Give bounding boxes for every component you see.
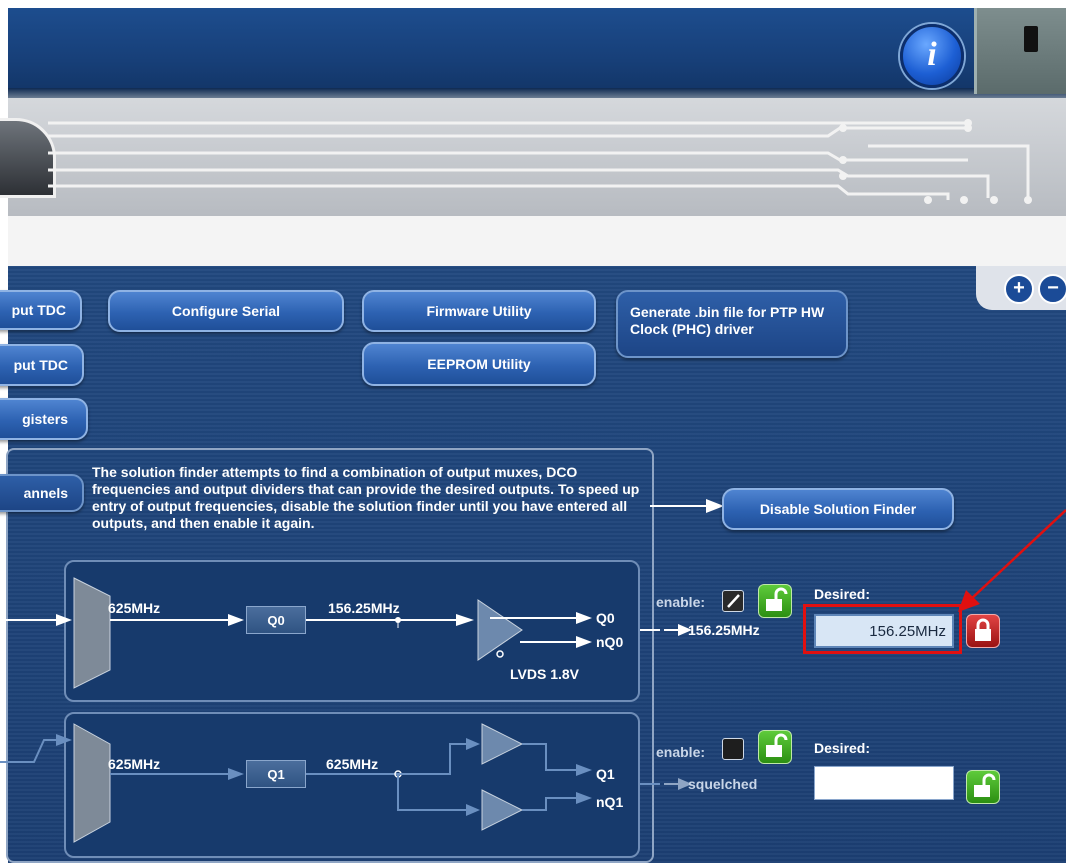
channel-0-out-p: Q0 [596,610,615,626]
annotation-arrow [958,509,1066,612]
channel-0-divider[interactable]: Q0 [246,606,306,634]
firmware-utility-button[interactable]: Firmware Utility [362,290,596,332]
channel-0-out-n: nQ0 [596,634,624,650]
channel-1-enable-checkbox[interactable] [722,738,744,760]
channel-1-out-p: Q1 [596,766,615,782]
channel-1-mux-freq: 625MHz [108,756,161,772]
chip-icon [1024,26,1038,52]
zoom-out-icon[interactable]: − [1038,274,1066,304]
channel-1-desired-input[interactable] [814,766,954,800]
channel-0-desired-label: Desired: [814,586,871,602]
info-icon[interactable]: i [900,24,964,88]
disable-solution-finder-button[interactable]: Disable Solution Finder [722,488,954,530]
channel-0-format: LVDS 1.8V [510,666,579,682]
zoom-controls: + − [976,266,1066,310]
channel-1-div-freq: 625MHz [326,756,379,772]
finder-arrow-icon [650,499,724,513]
channel-1-lock-icon[interactable] [966,770,1000,804]
check-icon [727,594,740,608]
channels-button[interactable]: annels [0,474,84,512]
registers-button[interactable]: gisters [0,398,88,440]
channel-0-mux-freq: 625MHz [108,600,161,616]
channel-1-enable-label: enable: [656,744,706,760]
eeprom-utility-button[interactable]: EEPROM Utility [362,342,596,386]
channel-1-signal-path [0,723,660,843]
channel-1-desired-label: Desired: [814,740,871,756]
channel-0-unlock-icon[interactable] [758,584,792,618]
input-tdc-button-1[interactable]: put TDC [0,290,82,330]
input-tdc-button-2[interactable]: put TDC [0,344,84,386]
channel-1-out-n: nQ1 [596,794,624,810]
channel-1-output-freq: squelched [688,776,758,792]
channel-0-div-freq: 156.25MHz [328,600,400,616]
zoom-in-icon[interactable]: + [1004,274,1034,304]
channel-1-divider[interactable]: Q1 [246,760,306,788]
title-bar-shadow [8,88,1066,98]
circuit-traces-graphic [48,119,1032,204]
channel-0-enable-label: enable: [656,594,706,610]
channel-0-enable-checkbox[interactable] [722,590,744,612]
channel-0-output-freq: 156.25MHz [688,622,760,638]
banner-strip [8,216,1066,266]
device-tab[interactable] [974,8,1066,94]
channel-1-unlock-icon[interactable] [758,730,792,764]
solution-finder-description: The solution finder attempts to find a c… [92,464,640,531]
generate-bin-button[interactable]: Generate .bin file for PTP HW Clock (PHC… [616,290,848,358]
annotation-highlight-box [803,604,962,654]
configure-serial-button[interactable]: Configure Serial [108,290,344,332]
